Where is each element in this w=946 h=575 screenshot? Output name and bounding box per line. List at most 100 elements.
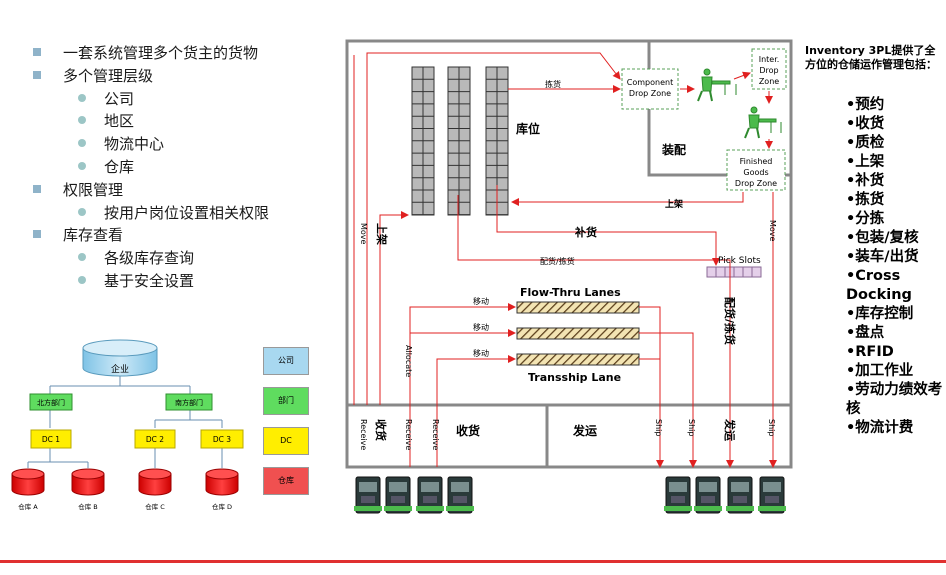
service-item: •库存控制 [846, 306, 914, 322]
svg-text:南方部门: 南方部门 [175, 398, 203, 407]
org-dc-2: DC 2 [134, 429, 176, 449]
org-warehouse-label: 仓库 D [212, 502, 232, 511]
receive-area-label: 收货 [456, 423, 480, 438]
receive-label-3: Receive [431, 419, 440, 450]
bullet-item: 基于安全设置 [104, 272, 195, 290]
svg-text:DC 2: DC 2 [146, 435, 164, 444]
bullet-item: 一套系统管理多个货主的货物 [63, 44, 259, 62]
org-warehouse-label: 仓库 B [78, 502, 98, 511]
finished-goods-drop-zone: Finished Goods Drop Zone [726, 149, 786, 191]
service-item: •补货 [846, 173, 885, 189]
svg-text:Drop Zone: Drop Zone [629, 89, 671, 98]
assembly-worker-icon-2 [744, 106, 782, 139]
bullet-dot-icon [78, 116, 86, 125]
bullet-square-icon [33, 48, 41, 56]
bullet-dot-icon [78, 207, 86, 216]
service-item: •质检 [846, 135, 885, 151]
truck-icon [726, 476, 754, 514]
legend-item: 公司 [263, 347, 309, 375]
org-root-cylinder: 企业 [82, 339, 158, 377]
bullet-item: 各级库存查询 [104, 249, 195, 268]
org-region-south: 南方部门 [165, 393, 213, 411]
storage-rack [447, 66, 471, 216]
inter-drop-zone: Inter. Drop Zone [751, 48, 787, 90]
footer-accent-bar [0, 560, 946, 563]
replenish-label: 补货 [574, 225, 597, 239]
pick-slots-rack [706, 266, 762, 278]
service-item: •盘点 [846, 325, 885, 341]
bullet-dot-icon [78, 253, 86, 262]
receive-label-1: Receive [359, 419, 368, 450]
ship-label-3: Ship [767, 419, 776, 436]
truck-icon [758, 476, 786, 514]
dispatch-pick-vertical: 配货/拣货 [723, 297, 737, 345]
truck-icon [664, 476, 692, 514]
service-item: •劳动力绩效考核 [846, 382, 943, 417]
org-warehouse-label: 仓库 A [18, 502, 38, 511]
storage-rack [411, 66, 435, 216]
truck-icon [354, 476, 382, 514]
service-item: •装车/出货 [846, 249, 919, 265]
ship-label-2: Ship [687, 419, 696, 436]
move-label-2: 移动 [473, 322, 489, 332]
svg-text:Component: Component [627, 78, 673, 87]
legend-item: DC [263, 427, 309, 455]
svg-text:Inter.: Inter. [759, 55, 780, 64]
service-item: •分拣 [846, 211, 885, 227]
org-dc-3: DC 3 [200, 429, 244, 449]
bullet-square-icon [33, 184, 41, 193]
truck-fleet [354, 476, 786, 514]
services-title: Inventory 3PL提供了全方位的仓储运作管理包括： [805, 44, 937, 71]
svg-text:DC 1: DC 1 [42, 435, 60, 444]
svg-text:北方部门: 北方部门 [37, 398, 65, 407]
flow-thru-lanes [516, 301, 640, 366]
ship-area-right-vertical: 发运 [723, 418, 737, 441]
warehouse-flow-diagram: Component Drop Zone Inter. Drop Zone Fin… [345, 39, 793, 514]
bullet-item: 按用户岗位设置相关权限 [104, 203, 270, 222]
transship-label: Transship Lane [528, 371, 621, 384]
flow-thru-label: Flow-Thru Lanes [520, 286, 621, 299]
org-root-label: 企业 [111, 363, 129, 375]
service-item: •预约 [846, 97, 885, 113]
service-item: •上架 [846, 154, 885, 170]
bullet-item: 库存查看 [63, 226, 124, 245]
bullet-dot-icon [78, 93, 86, 102]
storage-label: 库位 [516, 121, 540, 136]
svg-text:Drop Zone: Drop Zone [735, 179, 777, 188]
bullet-item: 公司 [104, 89, 135, 108]
ship-label-1: Ship [654, 419, 663, 436]
truck-icon [694, 476, 722, 514]
bullet-item: 多个管理层级 [63, 66, 154, 85]
move-label-1: 移动 [473, 296, 489, 306]
legend-item: 部门 [263, 387, 309, 415]
svg-text:Zone: Zone [759, 77, 779, 86]
services-list: •预约 •收货 •质检 •上架 •补货 •拣货 •分拣 •包装/复核 •装车/出货 •Cross … [846, 96, 944, 438]
allocate-label: Allocate [404, 345, 413, 377]
org-warehouse-label: 仓库 C [145, 502, 165, 511]
truck-icon [446, 476, 474, 514]
move-label-3: 移动 [473, 348, 489, 358]
service-item: •RFID [846, 344, 894, 360]
svg-text:Finished: Finished [740, 157, 773, 166]
pick-slots-label: Pick Slots [718, 256, 761, 266]
pick-label: 拣货 [545, 79, 561, 89]
bullet-dot-icon [78, 139, 86, 148]
service-item: •包装/复核 [846, 230, 919, 246]
org-warehouse-cylinder: 仓库 A [11, 468, 45, 511]
truck-icon [416, 476, 444, 514]
dispatch-pick-label: 配货/拣货 [540, 256, 575, 266]
legend-item: 仓库 [263, 467, 309, 495]
putaway-left-vertical: 上架 [375, 223, 389, 245]
bullet-dot-icon [78, 162, 86, 170]
service-item: •拣货 [846, 192, 885, 208]
org-warehouse-cylinder: 仓库 C [138, 468, 172, 511]
assembly-label: 装配 [661, 142, 686, 157]
org-region-north: 北方部门 [29, 393, 73, 411]
move-left-label: Move [359, 223, 368, 245]
component-drop-zone: Component Drop Zone [621, 68, 679, 110]
org-warehouse-cylinder: 仓库 B [71, 468, 105, 511]
truck-icon [384, 476, 412, 514]
assembly-worker-icon [697, 68, 737, 102]
service-item: •收货 [846, 116, 885, 132]
bullet-item: 物流中心 [104, 135, 165, 154]
